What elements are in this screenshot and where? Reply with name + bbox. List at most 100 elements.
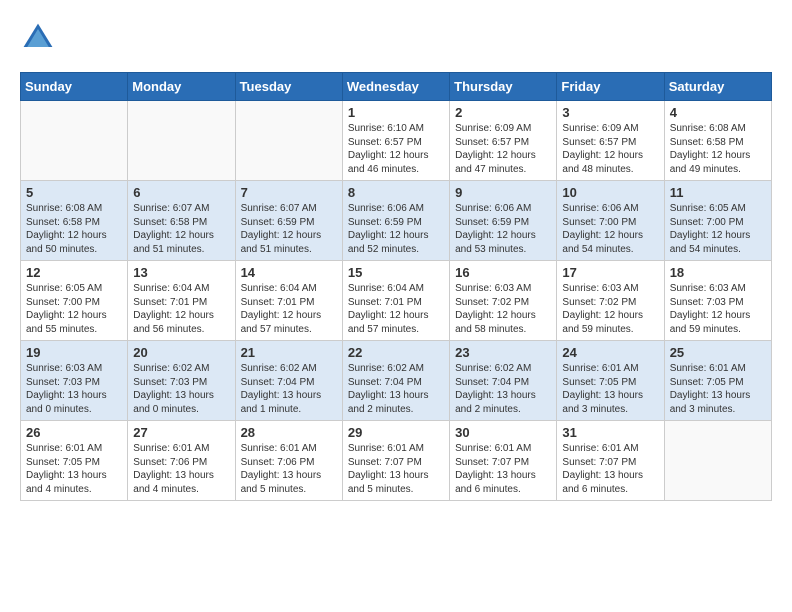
day-info: Sunrise: 6:08 AM Sunset: 6:58 PM Dayligh… xyxy=(26,202,122,256)
calendar-day-cell: 4 Sunrise: 6:08 AM Sunset: 6:58 PM Daylig… xyxy=(664,101,771,181)
day-info: Sunrise: 6:08 AM Sunset: 6:58 PM Dayligh… xyxy=(670,122,766,176)
calendar-day-cell: 27Sunrise: 6:01 AM Sunset: 7:06 PM Dayli… xyxy=(128,421,235,501)
day-number: 2 xyxy=(455,105,551,120)
day-number: 26 xyxy=(26,425,122,440)
calendar-day-cell xyxy=(21,101,128,181)
calendar-day-cell: 31 Sunrise: 6:01 AM Sunset: 7:07 PM Dayli… xyxy=(557,421,664,501)
calendar-day-cell: 1 Sunrise: 6:10 AM Sunset: 6:57 PM Daylig… xyxy=(342,101,449,181)
calendar-day-cell: 22Sunrise: 6:02 AM Sunset: 7:04 PM Dayli… xyxy=(342,341,449,421)
calendar-day-cell xyxy=(128,101,235,181)
calendar-day-cell: 23 Sunrise: 6:02 AM Sunset: 7:04 PM Dayli… xyxy=(450,341,557,421)
day-number: 19 xyxy=(26,345,122,360)
calendar-day-cell: 8 Sunrise: 6:06 AM Sunset: 6:59 PM Daylig… xyxy=(342,181,449,261)
day-number: 14 xyxy=(241,265,337,280)
calendar-day-cell: 7 Sunrise: 6:07 AM Sunset: 6:59 PM Daylig… xyxy=(235,181,342,261)
day-number: 3 xyxy=(562,105,658,120)
calendar-week-row: 19 Sunrise: 6:03 AM Sunset: 7:03 PM Dayli… xyxy=(21,341,772,421)
day-info: Sunrise: 6:06 AM Sunset: 6:59 PM Dayligh… xyxy=(455,202,551,256)
calendar-day-cell xyxy=(664,421,771,501)
calendar-day-cell: 14 Sunrise: 6:04 AM Sunset: 7:01 PM Dayli… xyxy=(235,261,342,341)
day-info: Sunrise: 6:02 AM Sunset: 7:04 PM Dayligh… xyxy=(348,362,444,416)
day-info: Sunrise: 6:07 AM Sunset: 6:59 PM Dayligh… xyxy=(241,202,337,256)
page-header xyxy=(20,20,772,56)
day-info: Sunrise: 6:04 AM Sunset: 7:01 PM Dayligh… xyxy=(348,282,444,336)
day-number: 10 xyxy=(562,185,658,200)
calendar-header-tuesday: Tuesday xyxy=(235,73,342,101)
calendar-day-cell: 12 Sunrise: 6:05 AM Sunset: 7:00 PM Dayli… xyxy=(21,261,128,341)
day-info: Sunrise: 6:01 AM Sunset: 7:05 PM Dayligh… xyxy=(670,362,766,416)
day-info: Sunrise: 6:01 AM Sunset: 7:06 PM Dayligh… xyxy=(241,442,337,496)
day-number: 4 xyxy=(670,105,766,120)
calendar-table: SundayMondayTuesdayWednesdayThursdayFrid… xyxy=(20,72,772,501)
calendar-day-cell: 19 Sunrise: 6:03 AM Sunset: 7:03 PM Dayli… xyxy=(21,341,128,421)
day-info: Sunrise: 6:04 AM Sunset: 7:01 PM Dayligh… xyxy=(241,282,337,336)
calendar-day-cell xyxy=(235,101,342,181)
day-number: 30 xyxy=(455,425,551,440)
day-info: Sunrise: 6:03 AM Sunset: 7:02 PM Dayligh… xyxy=(455,282,551,336)
day-number: 5 xyxy=(26,185,122,200)
day-info: Sunrise: 6:09 AM Sunset: 6:57 PM Dayligh… xyxy=(562,122,658,176)
calendar-day-cell: 30 Sunrise: 6:01 AM Sunset: 7:07 PM Dayli… xyxy=(450,421,557,501)
calendar-day-cell: 3 Sunrise: 6:09 AM Sunset: 6:57 PM Daylig… xyxy=(557,101,664,181)
day-info: Sunrise: 6:01 AM Sunset: 7:05 PM Dayligh… xyxy=(26,442,122,496)
day-number: 23 xyxy=(455,345,551,360)
day-info: Sunrise: 6:02 AM Sunset: 7:03 PM Dayligh… xyxy=(133,362,229,416)
calendar-day-cell: 21 Sunrise: 6:02 AM Sunset: 7:04 PM Dayli… xyxy=(235,341,342,421)
day-info: Sunrise: 6:06 AM Sunset: 6:59 PM Dayligh… xyxy=(348,202,444,256)
day-info: Sunrise: 6:03 AM Sunset: 7:02 PM Dayligh… xyxy=(562,282,658,336)
day-number: 18 xyxy=(670,265,766,280)
calendar-day-cell: 16 Sunrise: 6:03 AM Sunset: 7:02 PM Dayli… xyxy=(450,261,557,341)
calendar-week-row: 12 Sunrise: 6:05 AM Sunset: 7:00 PM Dayli… xyxy=(21,261,772,341)
day-info: Sunrise: 6:09 AM Sunset: 6:57 PM Dayligh… xyxy=(455,122,551,176)
calendar-day-cell: 15 Sunrise: 6:04 AM Sunset: 7:01 PM Dayli… xyxy=(342,261,449,341)
day-info: Sunrise: 6:03 AM Sunset: 7:03 PM Dayligh… xyxy=(670,282,766,336)
day-number: 1 xyxy=(348,105,444,120)
calendar-header-saturday: Saturday xyxy=(664,73,771,101)
calendar-day-cell: 13 Sunrise: 6:04 AM Sunset: 7:01 PM Dayli… xyxy=(128,261,235,341)
day-info: Sunrise: 6:05 AM Sunset: 7:00 PM Dayligh… xyxy=(26,282,122,336)
day-number: 11 xyxy=(670,185,766,200)
day-info: Sunrise: 6:01 AM Sunset: 7:06 PM Dayligh… xyxy=(133,442,229,496)
day-number: 17 xyxy=(562,265,658,280)
day-info: Sunrise: 6:04 AM Sunset: 7:01 PM Dayligh… xyxy=(133,282,229,336)
day-number: 15 xyxy=(348,265,444,280)
calendar-day-cell: 5 Sunrise: 6:08 AM Sunset: 6:58 PM Daylig… xyxy=(21,181,128,261)
day-number: 9 xyxy=(455,185,551,200)
day-info: Sunrise: 6:01 AM Sunset: 7:07 PM Dayligh… xyxy=(455,442,551,496)
day-number: 13 xyxy=(133,265,229,280)
logo-icon xyxy=(20,20,56,56)
day-info: Sunrise: 6:03 AM Sunset: 7:03 PM Dayligh… xyxy=(26,362,122,416)
day-number: 8 xyxy=(348,185,444,200)
day-number: 25 xyxy=(670,345,766,360)
calendar-week-row: 1 Sunrise: 6:10 AM Sunset: 6:57 PM Daylig… xyxy=(21,101,772,181)
day-number: 29 xyxy=(348,425,444,440)
day-info: Sunrise: 6:01 AM Sunset: 7:07 PM Dayligh… xyxy=(348,442,444,496)
calendar-day-cell: 2 Sunrise: 6:09 AM Sunset: 6:57 PM Daylig… xyxy=(450,101,557,181)
day-number: 16 xyxy=(455,265,551,280)
logo xyxy=(20,20,62,56)
day-number: 21 xyxy=(241,345,337,360)
calendar-day-cell: 25 Sunrise: 6:01 AM Sunset: 7:05 PM Dayli… xyxy=(664,341,771,421)
day-info: Sunrise: 6:10 AM Sunset: 6:57 PM Dayligh… xyxy=(348,122,444,176)
day-info: Sunrise: 6:02 AM Sunset: 7:04 PM Dayligh… xyxy=(241,362,337,416)
calendar-header-wednesday: Wednesday xyxy=(342,73,449,101)
calendar-week-row: 26 Sunrise: 6:01 AM Sunset: 7:05 PM Dayli… xyxy=(21,421,772,501)
day-number: 31 xyxy=(562,425,658,440)
calendar-day-cell: 17 Sunrise: 6:03 AM Sunset: 7:02 PM Dayli… xyxy=(557,261,664,341)
day-info: Sunrise: 6:01 AM Sunset: 7:05 PM Dayligh… xyxy=(562,362,658,416)
calendar-day-cell: 11Sunrise: 6:05 AM Sunset: 7:00 PM Dayli… xyxy=(664,181,771,261)
day-number: 6 xyxy=(133,185,229,200)
day-info: Sunrise: 6:01 AM Sunset: 7:07 PM Dayligh… xyxy=(562,442,658,496)
day-info: Sunrise: 6:02 AM Sunset: 7:04 PM Dayligh… xyxy=(455,362,551,416)
day-info: Sunrise: 6:07 AM Sunset: 6:58 PM Dayligh… xyxy=(133,202,229,256)
calendar-week-row: 5 Sunrise: 6:08 AM Sunset: 6:58 PM Daylig… xyxy=(21,181,772,261)
calendar-day-cell: 18 Sunrise: 6:03 AM Sunset: 7:03 PM Dayli… xyxy=(664,261,771,341)
calendar-header-sunday: Sunday xyxy=(21,73,128,101)
calendar-day-cell: 28Sunrise: 6:01 AM Sunset: 7:06 PM Dayli… xyxy=(235,421,342,501)
day-number: 12 xyxy=(26,265,122,280)
day-number: 24 xyxy=(562,345,658,360)
calendar-header-row: SundayMondayTuesdayWednesdayThursdayFrid… xyxy=(21,73,772,101)
day-number: 20 xyxy=(133,345,229,360)
calendar-day-cell: 26 Sunrise: 6:01 AM Sunset: 7:05 PM Dayli… xyxy=(21,421,128,501)
day-number: 7 xyxy=(241,185,337,200)
